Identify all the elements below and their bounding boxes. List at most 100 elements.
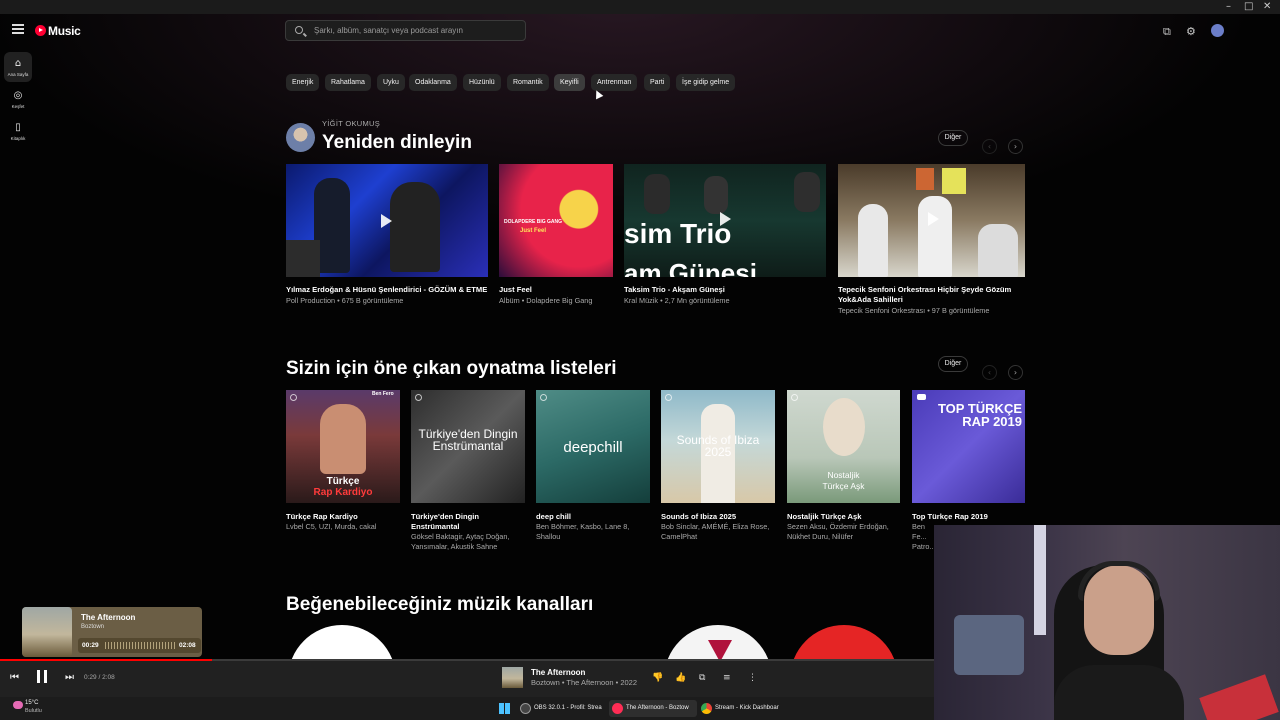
youtube-music-logo-icon[interactable] — [35, 25, 46, 36]
like-icon[interactable]: 👍 — [675, 673, 686, 683]
red-object — [1199, 674, 1279, 720]
pause-button[interactable] — [37, 670, 47, 683]
library-icon: ▯ — [15, 122, 21, 133]
add-to-queue-icon[interactable]: ≡ — [723, 673, 731, 683]
player-title[interactable]: The Afternoon — [531, 668, 585, 677]
weather-icon — [13, 701, 23, 709]
listen-again-card-thumbnail[interactable] — [286, 164, 488, 277]
weather-description: Bulutlu — [25, 708, 42, 714]
listen-again-card-thumbnail[interactable] — [838, 164, 1025, 277]
playlists-more-button[interactable]: Diğer — [938, 356, 968, 372]
playlists-prev-button[interactable]: ‹ — [982, 365, 997, 380]
card-subtitle: Bob Sinclar, AMÉMÉ, Eliza Rose, CamelPha… — [661, 522, 770, 541]
card-title[interactable]: Top Türkçe Rap 2019 — [912, 512, 988, 522]
taskbar-item-chrome[interactable]: Stream - Kick Dashboar — [698, 700, 788, 717]
dislike-icon[interactable]: 👎 — [652, 673, 663, 683]
app-logo-text[interactable]: Music — [48, 24, 81, 38]
play-icon[interactable] — [381, 214, 392, 228]
chip-romantic[interactable]: Romantik — [507, 74, 549, 91]
album-art-text: Türkçe — [326, 476, 360, 487]
save-to-library-icon[interactable]: ⧉ — [699, 673, 705, 683]
more-options-icon[interactable]: ⋮ — [748, 673, 757, 683]
streamer-shirt — [1054, 665, 1184, 720]
section-title-listen-again: Yeniden dinleyin — [322, 132, 472, 153]
chip-party[interactable]: Parti — [644, 74, 671, 91]
card-subtitle: Göksel Baktagir, Aytaç Doğan, Yansımalar… — [411, 532, 510, 551]
search-input[interactable]: Şarkı, albüm, sanatçı veya podcast arayı… — [285, 20, 526, 41]
performer-figure — [390, 182, 440, 272]
card-title[interactable]: Just Feel — [499, 285, 532, 295]
playlist-card-thumbnail[interactable]: Nostaljik Türkçe Aşk — [787, 390, 900, 503]
section-title-playlists: Sizin için öne çıkan oynatma listeleri — [286, 358, 617, 379]
player-subtitle[interactable]: Boztown • The Afternoon • 2022 — [531, 678, 637, 687]
card-subtitle: Tepecik Senfoni Orkestrası • 97 B görünt… — [838, 306, 990, 315]
card-title[interactable]: Nostaljik Türkçe Aşk — [787, 512, 861, 522]
card-title[interactable]: Yılmaz Erdoğan & Hüsnü Şenlendirici - GÖ… — [286, 285, 487, 295]
taskbar-item-obs[interactable]: OBS 32.0.1 - Profil: Strea — [517, 700, 607, 717]
listen-again-card-thumbnail[interactable]: sim Trio am Güneşi — [624, 164, 826, 277]
album-art-text: DOLAPDERE BIG GANG — [503, 219, 563, 225]
chip-sleep[interactable]: Uyku — [377, 74, 405, 91]
minimize-icon[interactable]: – — [1226, 1, 1231, 12]
listen-again-next-button[interactable]: › — [1008, 139, 1023, 154]
listen-again-more-button[interactable]: Diğer — [938, 130, 968, 146]
cast-icon[interactable]: ⧉ — [1163, 25, 1171, 39]
performer-figure — [704, 176, 728, 214]
listen-again-card-thumbnail[interactable]: DOLAPDERE BIG GANG Just Feel — [499, 164, 613, 277]
sidebar-item-home[interactable]: ⌂ Ana Sayfa — [4, 52, 32, 82]
settings-gear-icon[interactable]: ⚙ — [1186, 25, 1196, 38]
card-title[interactable]: Türkiye'den Dingin Enstrümantal — [411, 512, 529, 532]
search-placeholder: Şarkı, albüm, sanatçı veya podcast arayı… — [314, 26, 463, 35]
album-art-text: Nostaljik — [827, 470, 860, 480]
video-thumb-text: am Güneşi — [624, 258, 757, 277]
listen-again-prev-button[interactable]: ‹ — [982, 139, 997, 154]
obs-icon — [520, 703, 531, 714]
chip-happy[interactable]: Keyifli — [554, 74, 585, 91]
playlists-next-button[interactable]: › — [1008, 365, 1023, 380]
card-subtitle: Sezen Aksu, Özdemir Erdoğan, Nükhet Duru… — [787, 522, 889, 541]
waveform — [105, 642, 175, 649]
mini-player[interactable]: The Afternoon Boztown 00:29 02:08 — [22, 607, 202, 657]
chip-commute[interactable]: İşe gidip gelme — [676, 74, 736, 91]
weather-temperature[interactable]: 15°C — [25, 700, 38, 706]
card-title[interactable]: Tepecik Senfoni Orkestrası Hiçbir Şeyde … — [838, 285, 1028, 305]
play-icon[interactable] — [928, 212, 939, 226]
taskbar-item-label: The Afternoon - Boztow — [626, 705, 689, 711]
chip-sad[interactable]: Hüzünlü — [463, 74, 501, 91]
play-icon[interactable] — [720, 212, 731, 226]
next-track-icon[interactable]: ⏭ — [65, 672, 74, 683]
player-bar — [0, 661, 934, 697]
playlist-card-thumbnail[interactable]: Sounds of Ibiza 2025 — [661, 390, 775, 503]
performer-figure — [918, 196, 952, 277]
mini-player-waveform-bar[interactable]: 00:29 02:08 — [78, 638, 201, 653]
account-avatar[interactable] — [1211, 24, 1224, 37]
mini-player-album-art — [22, 607, 72, 657]
playlist-card-thumbnail[interactable]: Türkiye'den Dingin Enstrümantal — [411, 390, 525, 503]
album-art-text: Ben Fero — [372, 391, 394, 397]
playlist-card-thumbnail[interactable]: Ben Fero Türkçe Rap Kardiyo — [286, 390, 400, 503]
previous-track-icon[interactable]: ⏮ — [10, 672, 19, 683]
card-title[interactable]: Türkçe Rap Kardiyo — [286, 512, 358, 522]
card-title[interactable]: deep chill — [536, 512, 571, 522]
light-strip — [1034, 525, 1046, 635]
chip-focus[interactable]: Odaklanma — [409, 74, 457, 91]
pillow — [954, 615, 1024, 675]
playlist-card-thumbnail[interactable]: TOP TÜRKÇE RAP 2019 — [912, 390, 1025, 503]
windows-start-icon[interactable] — [499, 703, 510, 714]
player-time: 0:29 / 2:08 — [84, 674, 115, 681]
sidebar-item-explore[interactable]: ◎ Keşfet — [4, 84, 32, 114]
sidebar-item-library[interactable]: ▯ Kitaplık — [4, 116, 32, 146]
taskbar-item-youtube-music[interactable]: The Afternoon - Boztow — [609, 700, 697, 717]
maximize-icon[interactable]: □ — [1244, 1, 1253, 12]
playlist-card-thumbnail[interactable]: deepchill — [536, 390, 650, 503]
player-album-art[interactable] — [502, 667, 523, 688]
card-title[interactable]: Taksim Trio - Akşam Güneşi — [624, 285, 725, 295]
artist-figure — [823, 398, 865, 456]
close-icon[interactable]: ✕ — [1263, 1, 1271, 12]
sidebar-item-label: Keşfet — [11, 104, 25, 109]
card-title[interactable]: Sounds of Ibiza 2025 — [661, 512, 736, 522]
chip-relax[interactable]: Rahatlama — [325, 74, 371, 91]
chip-energetic[interactable]: Enerjik — [286, 74, 320, 91]
window-titlebar — [0, 0, 1280, 14]
menu-icon[interactable] — [12, 24, 24, 34]
